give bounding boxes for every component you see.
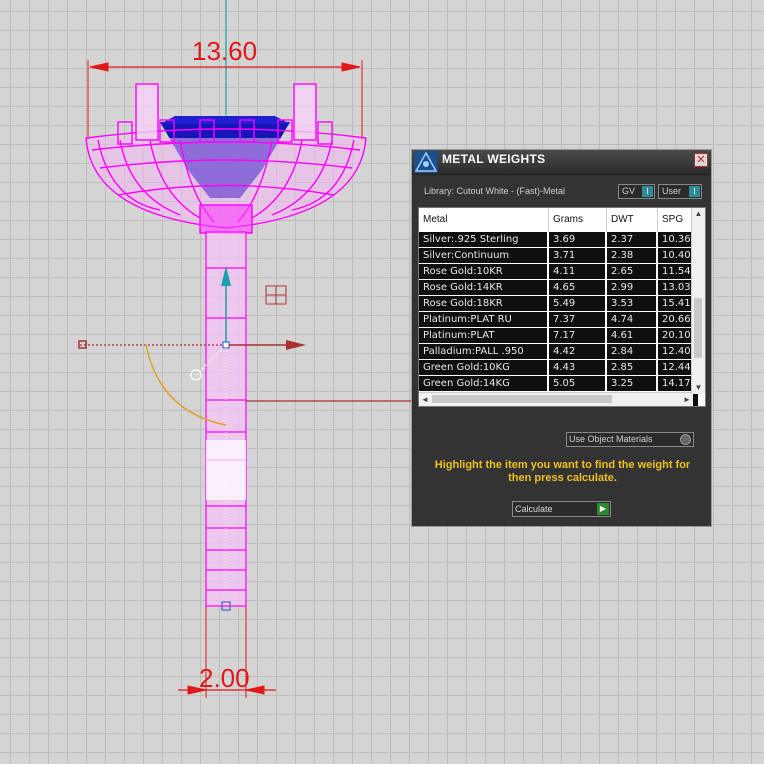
dwt-cell: 3.53 bbox=[607, 296, 656, 311]
vertical-scrollbar[interactable]: ▲ ▼ bbox=[691, 208, 705, 394]
user-toggle-knob: I bbox=[689, 186, 700, 197]
metal-name-cell: Silver:.925 Sterling bbox=[419, 232, 547, 247]
top-dimension-label: 13.60 bbox=[192, 36, 258, 66]
column-header-grams[interactable]: Grams bbox=[549, 208, 607, 232]
use-object-materials-toggle[interactable]: Use Object Materials bbox=[566, 432, 694, 447]
metal-name-cell: Platinum:PLAT bbox=[419, 328, 547, 343]
gv-toggle-knob: I bbox=[642, 186, 653, 197]
column-header-dwt[interactable]: DWT bbox=[607, 208, 658, 232]
use-object-materials-label: Use Object Materials bbox=[569, 434, 653, 444]
table-row[interactable]: Platinum:PLAT 7.17 4.61 20.10 bbox=[419, 328, 698, 344]
grams-cell: 4.43 bbox=[549, 360, 605, 375]
scroll-left-icon[interactable]: ◄ bbox=[419, 393, 431, 406]
metal-name-cell: Platinum:PLAT RU bbox=[419, 312, 547, 327]
vertical-scroll-thumb[interactable] bbox=[694, 298, 702, 358]
scroll-right-icon[interactable]: ► bbox=[681, 393, 693, 406]
dwt-cell: 4.61 bbox=[607, 328, 656, 343]
metal-name-cell: Rose Gold:18KR bbox=[419, 296, 547, 311]
app-logo-icon bbox=[414, 151, 438, 173]
panel-titlebar[interactable]: METAL WEIGHTS ✕ bbox=[412, 150, 711, 175]
table-row[interactable]: Palladium:PALL .950 4.42 2.84 12.40 bbox=[419, 344, 698, 360]
metal-name-cell: Rose Gold:14KR bbox=[419, 280, 547, 295]
calculate-label: Calculate bbox=[515, 504, 553, 514]
grams-cell: 4.42 bbox=[549, 344, 605, 359]
dwt-cell: 2.84 bbox=[607, 344, 656, 359]
grid-snap-icon bbox=[265, 285, 287, 305]
table-row[interactable]: Platinum:PLAT RU 7.37 4.74 20.66 bbox=[419, 312, 698, 328]
grams-cell: 5.05 bbox=[549, 376, 605, 391]
scroll-up-icon[interactable]: ▲ bbox=[692, 208, 705, 220]
gv-toggle[interactable]: GV I bbox=[618, 184, 655, 199]
dwt-cell: 4.74 bbox=[607, 312, 656, 327]
dwt-cell: 3.25 bbox=[607, 376, 656, 391]
close-icon[interactable]: ✕ bbox=[694, 153, 708, 167]
metal-name-cell: Palladium:PALL .950 bbox=[419, 344, 547, 359]
dwt-cell: 2.37 bbox=[607, 232, 656, 247]
table-row[interactable]: Green Gold:10KG 4.43 2.85 12.44 bbox=[419, 360, 698, 376]
metal-name-cell: Green Gold:10KG bbox=[419, 360, 547, 375]
metal-weights-panel: METAL WEIGHTS ✕ Library: Cutout White - … bbox=[411, 149, 712, 527]
table-header: Metal Grams DWT SPG bbox=[419, 208, 693, 232]
table-row[interactable]: Rose Gold:18KR 5.49 3.53 15.41 bbox=[419, 296, 698, 312]
library-label: Library: Cutout White - (Fast)-Metal bbox=[424, 186, 566, 196]
grams-cell: 7.37 bbox=[549, 312, 605, 327]
table-row[interactable]: Silver:Continuum 3.71 2.38 10.40 bbox=[419, 248, 698, 264]
metal-table[interactable]: Metal Grams DWT SPG Silver:.925 Sterling… bbox=[418, 207, 706, 407]
bottom-dimension-label: 2.00 bbox=[199, 663, 250, 693]
metal-name-cell: Rose Gold:10KR bbox=[419, 264, 547, 279]
calculate-button[interactable]: Calculate ▶ bbox=[512, 501, 611, 517]
radio-icon bbox=[680, 434, 691, 445]
table-row[interactable]: Rose Gold:14KR 4.65 2.99 13.03 bbox=[419, 280, 698, 296]
grams-cell: 5.49 bbox=[549, 296, 605, 311]
metal-name-cell: Green Gold:14KG bbox=[419, 376, 547, 391]
dwt-cell: 2.65 bbox=[607, 264, 656, 279]
gv-toggle-label: GV bbox=[622, 186, 636, 196]
dwt-cell: 2.38 bbox=[607, 248, 656, 263]
panel-title: METAL WEIGHTS bbox=[442, 152, 546, 166]
horizontal-scrollbar[interactable]: ◄ ► bbox=[419, 392, 693, 406]
grams-cell: 4.11 bbox=[549, 264, 605, 279]
instruction-text: Highlight the item you want to find the … bbox=[434, 459, 691, 484]
column-header-metal[interactable]: Metal bbox=[419, 208, 549, 232]
grams-cell: 3.69 bbox=[549, 232, 605, 247]
table-row[interactable]: Silver:.925 Sterling 3.69 2.37 10.36 bbox=[419, 232, 698, 248]
horizontal-scroll-thumb[interactable] bbox=[432, 395, 612, 403]
dwt-cell: 2.85 bbox=[607, 360, 656, 375]
grams-cell: 3.71 bbox=[549, 248, 605, 263]
table-row[interactable]: Rose Gold:10KR 4.11 2.65 11.54 bbox=[419, 264, 698, 280]
grams-cell: 4.65 bbox=[549, 280, 605, 295]
grams-cell: 7.17 bbox=[549, 328, 605, 343]
scroll-down-icon[interactable]: ▼ bbox=[692, 382, 705, 394]
user-toggle[interactable]: User I bbox=[658, 184, 702, 199]
table-row[interactable]: Green Gold:14KG 5.05 3.25 14.17 bbox=[419, 376, 698, 392]
play-icon: ▶ bbox=[597, 503, 609, 515]
user-toggle-label: User bbox=[662, 186, 682, 196]
metal-name-cell: Silver:Continuum bbox=[419, 248, 547, 263]
dwt-cell: 2.99 bbox=[607, 280, 656, 295]
table-body: Silver:.925 Sterling 3.69 2.37 10.36 Silver:… bbox=[419, 232, 698, 406]
